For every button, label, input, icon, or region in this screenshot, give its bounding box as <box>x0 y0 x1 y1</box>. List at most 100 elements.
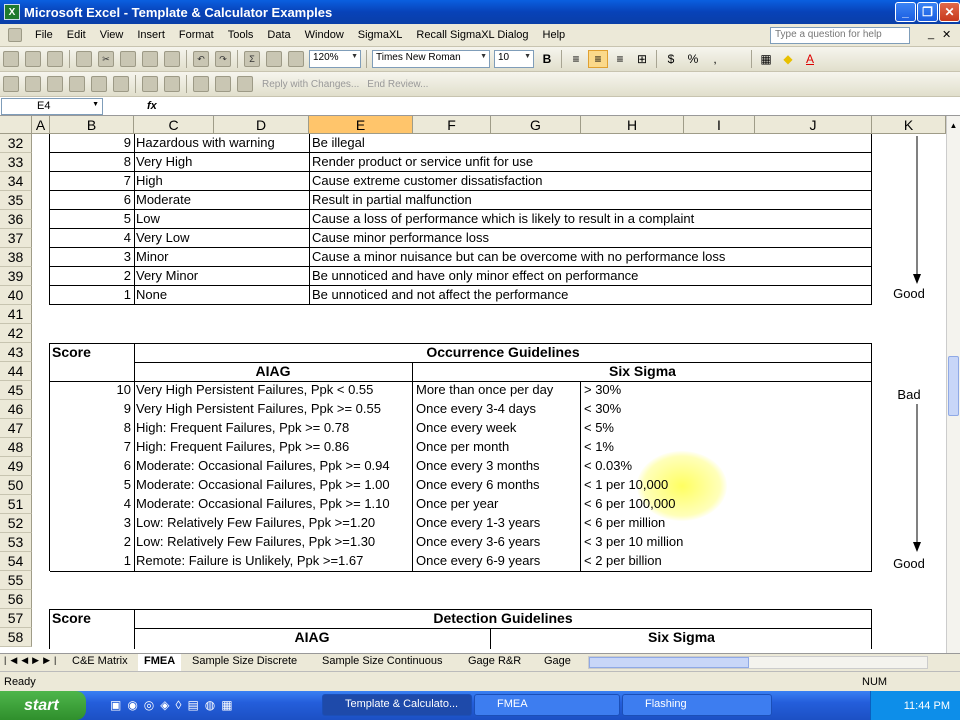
minimize-button[interactable]: _ <box>895 2 916 22</box>
menu-insert[interactable]: Insert <box>130 29 172 41</box>
delete-comment-icon[interactable] <box>113 76 129 92</box>
menu-window[interactable]: Window <box>298 29 351 41</box>
column-header[interactable]: B <box>50 116 134 134</box>
row-header[interactable]: 48 <box>0 438 32 457</box>
redo-icon[interactable]: ↷ <box>215 51 231 67</box>
help-search-input[interactable]: Type a question for help <box>770 27 910 44</box>
start-button[interactable]: start <box>0 691 86 720</box>
fx-icon[interactable]: fx <box>147 100 157 112</box>
chart-wizard-icon[interactable] <box>288 51 304 67</box>
row-header[interactable]: 37 <box>0 229 32 248</box>
vertical-scrollbar[interactable]: ▲ <box>946 116 960 653</box>
row-header[interactable]: 56 <box>0 590 32 609</box>
column-header[interactable]: F <box>413 116 491 134</box>
column-header[interactable]: D <box>214 116 309 134</box>
align-left-icon[interactable]: ≡ <box>566 50 586 68</box>
tab-nav-arrows[interactable]: |◀◀▶▶| <box>4 655 60 666</box>
column-header[interactable]: J <box>755 116 872 134</box>
paste-icon[interactable] <box>142 51 158 67</box>
update-file-icon[interactable] <box>164 76 180 92</box>
row-header[interactable]: 50 <box>0 476 32 495</box>
menu-sigmaxl[interactable]: SigmaXL <box>351 29 410 41</box>
menu-view[interactable]: View <box>93 29 131 41</box>
row-header[interactable]: 33 <box>0 153 32 172</box>
h-scroll-thumb[interactable] <box>589 657 749 668</box>
worksheet-grid[interactable]: A B C D E F G H I J K Good Bad Good 32 33… <box>0 116 946 653</box>
row-header[interactable]: 45 <box>0 381 32 400</box>
tab-ce-matrix[interactable]: C&E Matrix <box>66 654 134 671</box>
row-header[interactable]: 42 <box>0 324 32 343</box>
row-header[interactable]: 44 <box>0 362 32 381</box>
undo-icon[interactable]: ↶ <box>193 51 209 67</box>
horizontal-scrollbar[interactable] <box>588 656 928 669</box>
end-review-button[interactable]: End Review... <box>367 79 428 90</box>
save-icon[interactable] <box>47 51 63 67</box>
row-header[interactable]: 39 <box>0 267 32 286</box>
new-comment-icon[interactable] <box>3 76 19 92</box>
cut-icon[interactable]: ✂ <box>98 51 114 67</box>
quick-launch-icons[interactable]: ▣◉◎◈◊▤◍▦ <box>110 698 239 712</box>
column-header[interactable]: G <box>491 116 581 134</box>
previous-comment-icon[interactable] <box>47 76 63 92</box>
increase-decimal-icon[interactable] <box>727 50 747 68</box>
column-header[interactable]: K <box>872 116 946 134</box>
tab-gage-rr[interactable]: Gage R&R <box>462 654 527 671</box>
menu-tools[interactable]: Tools <box>221 29 261 41</box>
sort-icon[interactable] <box>266 51 282 67</box>
open-icon[interactable] <box>25 51 41 67</box>
copy-icon[interactable] <box>120 51 136 67</box>
edit-comment-icon[interactable] <box>25 76 41 92</box>
track-changes-icon[interactable] <box>142 76 158 92</box>
row-header[interactable]: 32 <box>0 134 32 153</box>
tab-sample-size-continuous[interactable]: Sample Size Continuous <box>316 654 448 671</box>
row-header[interactable]: 41 <box>0 305 32 324</box>
row-header[interactable]: 55 <box>0 571 32 590</box>
menu-recall-sigmaxl[interactable]: Recall SigmaXL Dialog <box>409 29 535 41</box>
borders-icon[interactable]: ▦ <box>756 50 776 68</box>
align-center-icon[interactable]: ≡ <box>588 50 608 68</box>
task-flashing[interactable]: Flashing <box>622 694 772 716</box>
column-header[interactable]: A <box>32 116 50 134</box>
task-template-calculator[interactable]: Template & Calculato... <box>322 694 472 716</box>
doc-close-icon[interactable]: ✕ <box>942 28 951 41</box>
row-header[interactable]: 35 <box>0 191 32 210</box>
row-header[interactable]: 47 <box>0 419 32 438</box>
font-color-icon[interactable]: A <box>800 50 820 68</box>
doc-minimize-icon[interactable]: _ <box>928 28 934 40</box>
scroll-up-icon[interactable]: ▲ <box>948 121 959 133</box>
reply-with-changes-button[interactable]: Reply with Changes... <box>262 79 359 90</box>
show-comment-icon[interactable] <box>91 76 107 92</box>
row-header[interactable]: 57 <box>0 609 32 628</box>
print-icon[interactable] <box>237 76 253 92</box>
row-header[interactable]: 46 <box>0 400 32 419</box>
close-button[interactable]: ✕ <box>939 2 960 22</box>
tab-sample-size-discrete[interactable]: Sample Size Discrete <box>186 654 303 671</box>
select-all-corner[interactable] <box>0 116 32 134</box>
menu-file[interactable]: File <box>28 29 60 41</box>
row-header[interactable]: 34 <box>0 172 32 191</box>
fill-color-icon[interactable]: ◆ <box>778 50 798 68</box>
name-box[interactable]: E4 <box>1 97 103 115</box>
autosum-icon[interactable]: Σ <box>244 51 260 67</box>
send-icon[interactable] <box>193 76 209 92</box>
spelling-icon[interactable] <box>76 51 92 67</box>
column-header[interactable]: H <box>581 116 684 134</box>
menu-format[interactable]: Format <box>172 29 221 41</box>
row-header[interactable]: 43 <box>0 343 32 362</box>
maximize-button[interactable]: ❐ <box>917 2 938 22</box>
font-select[interactable]: Times New Roman <box>372 50 490 68</box>
row-header[interactable]: 51 <box>0 495 32 514</box>
tab-gage[interactable]: Gage <box>538 654 577 671</box>
format-painter-icon[interactable] <box>164 51 180 67</box>
row-header[interactable]: 53 <box>0 533 32 552</box>
comma-icon[interactable]: , <box>705 50 725 68</box>
review-icon[interactable] <box>215 76 231 92</box>
new-icon[interactable] <box>3 51 19 67</box>
row-header[interactable]: 58 <box>0 628 32 647</box>
column-header[interactable]: I <box>684 116 755 134</box>
zoom-select[interactable]: 120% <box>309 50 361 68</box>
row-header[interactable]: 38 <box>0 248 32 267</box>
scroll-thumb[interactable] <box>948 356 959 416</box>
row-header[interactable]: 54 <box>0 552 32 571</box>
tab-fmea[interactable]: FMEA <box>138 654 182 671</box>
